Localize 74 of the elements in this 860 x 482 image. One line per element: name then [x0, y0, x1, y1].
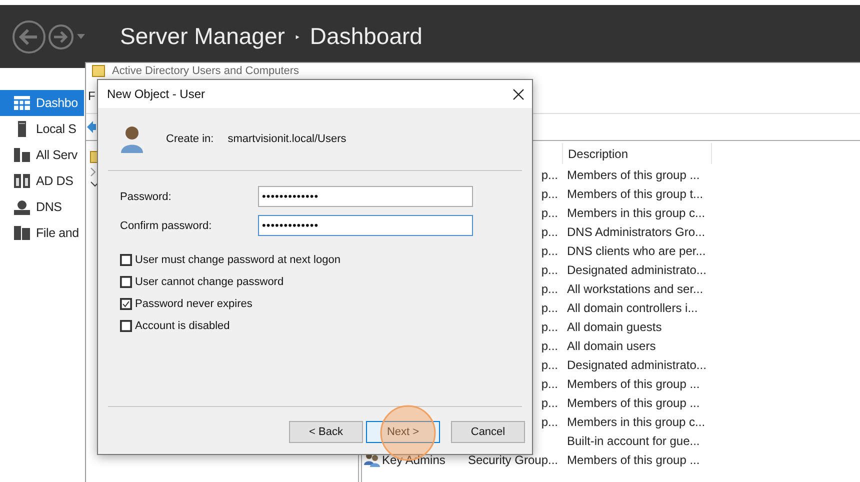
checkbox-label[interactable]: Password never expires [135, 298, 252, 310]
checkbox[interactable] [120, 254, 132, 266]
table-cell: Members of this group t... [567, 186, 704, 200]
table-cell: p... [541, 206, 558, 220]
table-cell: p... [541, 338, 558, 352]
checkbox[interactable] [120, 320, 132, 332]
password-field[interactable]: ••••••••••••• [258, 186, 473, 207]
create-in-path: smartvisionit.local/Users [228, 133, 346, 145]
table-cell: p... [541, 300, 558, 314]
table-cell: All workstations and ser... [567, 282, 704, 296]
checkbox-label[interactable]: User cannot change password [135, 276, 284, 288]
sidebar-item[interactable]: All Serv [0, 142, 84, 168]
app-title: Server Manager [120, 23, 285, 50]
breadcrumb-separator: ‣ [294, 28, 300, 46]
table-cell: Built-in account for gue... [567, 434, 700, 448]
back-icon[interactable] [12, 20, 46, 54]
column-header[interactable]: Description [563, 143, 712, 164]
table-cell: p... [541, 358, 558, 372]
page-title: Dashboard [310, 23, 422, 50]
table-cell: p... [541, 396, 558, 410]
sidebar-item[interactable]: Local S [0, 116, 84, 142]
forward-icon[interactable] [48, 24, 74, 50]
sidebar-item[interactable]: AD DS [0, 168, 84, 194]
servers-icon [14, 174, 30, 188]
folder-icon [92, 65, 105, 77]
dialog-button[interactable]: Cancel [451, 421, 525, 443]
checkbox[interactable] [120, 298, 132, 310]
dialog-title: New Object - User [107, 87, 206, 101]
table-cell: All domain guests [567, 320, 662, 334]
dropdown-icon[interactable] [76, 34, 86, 40]
sidebar-item[interactable]: DNS [0, 194, 84, 220]
servers-icon [14, 148, 30, 162]
field-label: Confirm password: [120, 220, 213, 232]
table-cell: Members of this group ... [567, 452, 700, 466]
checkbox-label[interactable]: Account is disabled [135, 320, 230, 332]
menu-item[interactable]: F [88, 89, 96, 103]
table-cell: Members of this group ... [567, 168, 700, 182]
table-cell: Members of this group ... [567, 376, 700, 390]
window-title: Active Directory Users and Computers [112, 65, 300, 77]
table-cell: Members in this group c... [567, 206, 706, 220]
table-cell: Members in this group c... [567, 414, 706, 428]
table-cell: Designated administrato... [567, 358, 706, 372]
table-cell: Designated administrato... [567, 262, 706, 276]
table-cell: p... [541, 186, 558, 200]
file-server-icon [14, 226, 30, 240]
table-cell: All domain users [567, 338, 656, 352]
table-cell: p... [541, 262, 558, 276]
user-icon [120, 125, 144, 153]
close-icon[interactable] [513, 88, 524, 100]
table-cell: Members of this group ... [567, 396, 700, 410]
sidebar-item[interactable]: Dashbo [0, 90, 84, 116]
table-cell: p... [541, 282, 558, 296]
chevron-right-icon[interactable] [90, 167, 96, 177]
table-cell: DNS clients who are per... [567, 244, 706, 258]
checkbox-label[interactable]: User must change password at next logon [135, 254, 340, 266]
dialog-button[interactable]: Next > [366, 421, 440, 443]
back-arrow-icon[interactable] [87, 121, 96, 133]
create-in-label: Create in: [166, 133, 214, 145]
sidebar-item[interactable]: File and [0, 220, 84, 246]
table-cell: p... [541, 244, 558, 258]
checkbox[interactable] [120, 276, 132, 288]
dialog-button[interactable]: < Back [289, 421, 363, 443]
network-server-icon [14, 200, 30, 214]
password-field[interactable]: ••••••••••••• [258, 215, 473, 236]
table-cell: p... [541, 168, 558, 182]
table-cell: p... [541, 414, 558, 428]
table-cell: p... [541, 320, 558, 334]
table-cell: All domain controllers i... [567, 300, 698, 314]
table-cell: p... [541, 376, 558, 390]
grid-icon [14, 96, 30, 110]
table-cell: Security Group... [468, 452, 558, 466]
table-cell: p... [541, 224, 558, 238]
field-label: Password: [120, 190, 172, 202]
table-cell: DNS Administrators Gro... [567, 224, 706, 238]
